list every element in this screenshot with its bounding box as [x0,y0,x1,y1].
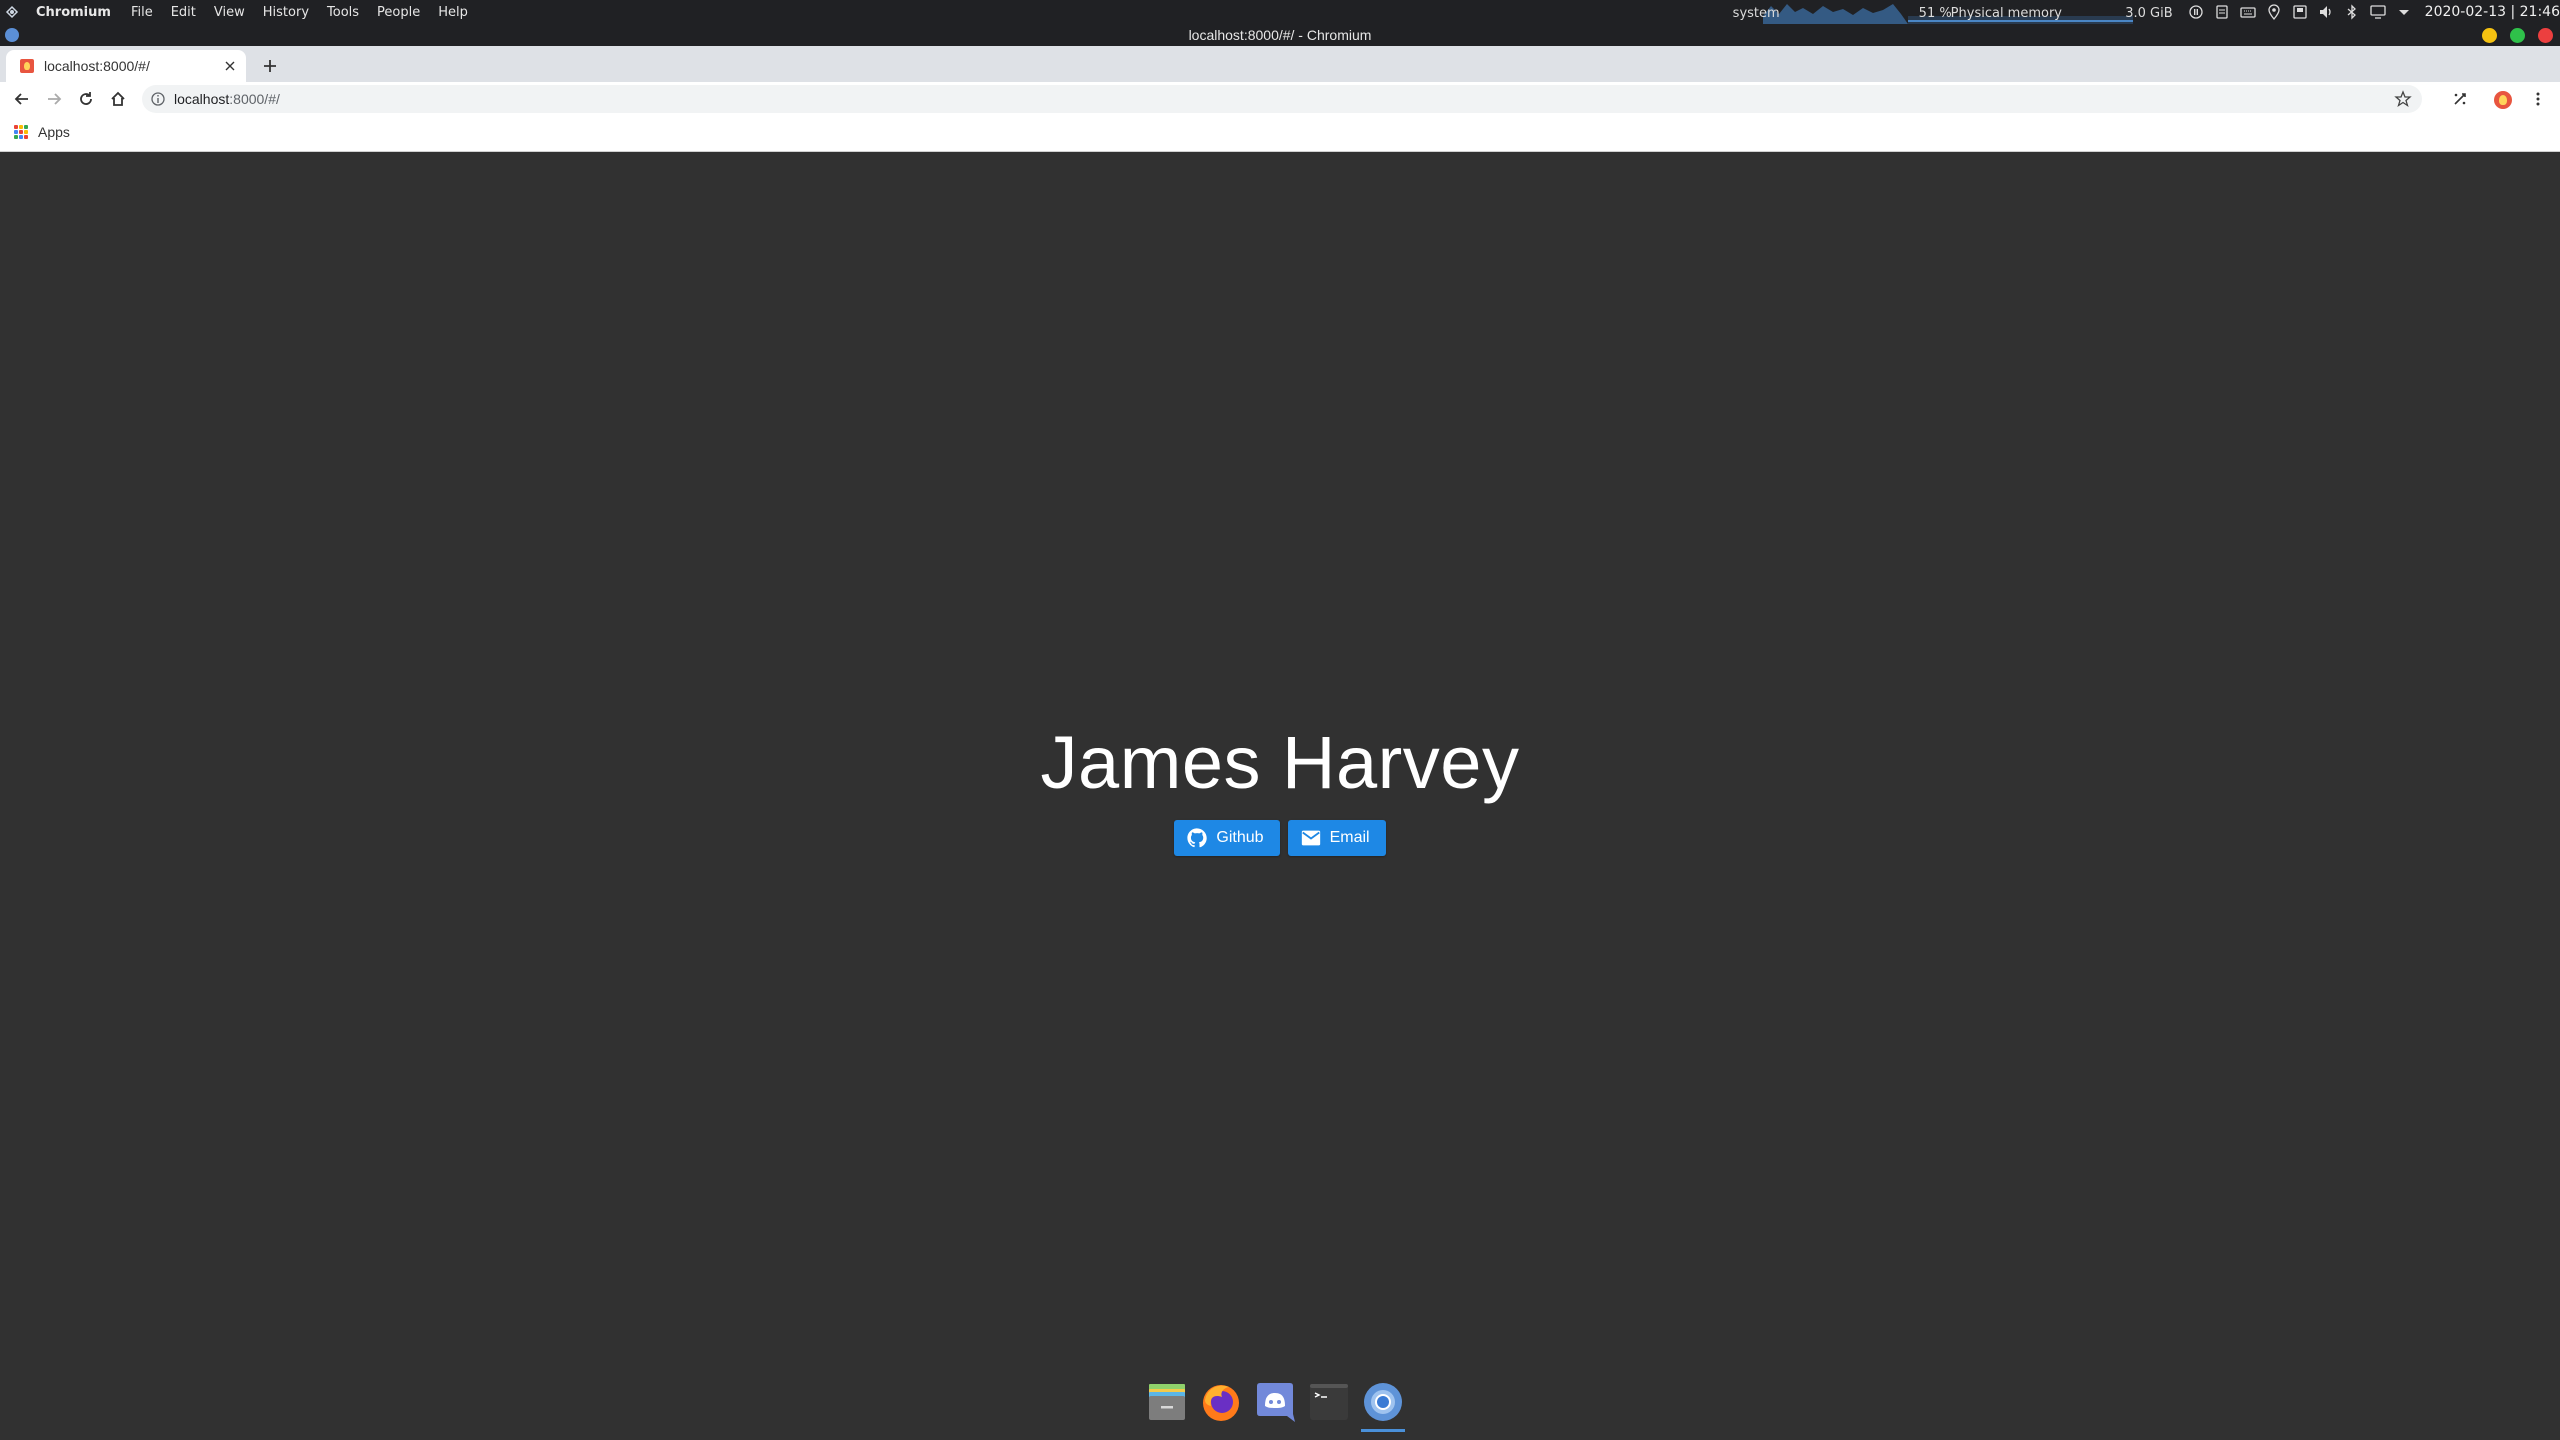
dock [1140,1378,1410,1440]
page-content: James Harvey Github Email [0,152,2560,1440]
apps-shortcut[interactable]: Apps [14,124,70,140]
memory-percent: 51 % [1918,6,1952,21]
page-title: James Harvey [1040,721,1520,804]
site-info-icon[interactable] [150,91,166,107]
dock-terminal[interactable] [1305,1378,1353,1426]
terminal-icon [1310,1384,1348,1420]
chromium-icon [1364,1383,1402,1421]
menu-view[interactable]: View [214,5,245,20]
display-icon[interactable] [2369,3,2387,21]
tab-title: localhost:8000/#/ [44,58,150,74]
email-button-label: Email [1329,829,1370,846]
files-icon [1149,1384,1185,1420]
tray-expand-arrow-icon[interactable] [2395,3,2413,21]
extension-icon [2454,93,2466,105]
window-title: localhost:8000/#/ - Chromium [1188,27,1372,43]
kebab-menu-icon [2536,92,2540,106]
dock-firefox[interactable] [1197,1378,1245,1426]
keyboard-icon[interactable] [2239,3,2257,21]
arrow-forward-icon [48,93,62,105]
close-window-button[interactable] [2538,28,2553,43]
volume-icon[interactable] [2317,3,2335,21]
location-icon[interactable] [2265,3,2283,21]
reload-button[interactable] [74,87,98,111]
system-monitor-widget[interactable]: system 51 % Physical memory 3.0 GiB [1733,0,2173,24]
top-panel: Chromium File Edit View History Tools Pe… [0,0,2560,24]
menu-tools[interactable]: Tools [327,5,359,20]
email-button[interactable]: Email [1287,820,1386,856]
bluetooth-icon[interactable] [2343,3,2361,21]
address-bar[interactable]: localhost:8000/#/ [142,85,2422,113]
system-monitor-label: system [1732,6,1780,21]
menu-people[interactable]: People [377,5,420,20]
menu-edit[interactable]: Edit [171,5,196,20]
github-icon [1187,828,1208,848]
dock-files[interactable] [1143,1378,1191,1426]
firefox-icon [1203,1385,1239,1421]
system-tray: system 51 % Physical memory 3.0 GiB 2020… [1733,0,2560,24]
contact-buttons: Github Email [0,820,2560,856]
url-path: :8000/#/ [229,91,280,107]
discord-icon [1257,1383,1295,1422]
browser-toolbar: localhost:8000/#/ [0,82,2560,116]
bookmark-star-icon[interactable] [2394,90,2412,108]
window-titlebar[interactable]: localhost:8000/#/ - Chromium [0,24,2560,46]
memory-metric-label: Physical memory [1950,6,2063,21]
apps-grid-icon [14,125,28,139]
menu-help[interactable]: Help [438,5,468,20]
arrow-back-icon [14,93,28,105]
browser-menu-button[interactable] [2526,87,2550,111]
tab-localhost[interactable]: localhost:8000/#/ [6,50,246,82]
tab-favicon-icon [20,59,34,73]
mail-icon [1301,830,1320,846]
reload-icon [80,92,92,105]
extension-button[interactable] [2448,87,2472,111]
url-host: localhost [174,91,230,107]
new-tab-button[interactable] [258,54,282,78]
github-button-label: Github [1216,829,1264,846]
dock-discord[interactable] [1251,1378,1299,1426]
tab-close-icon[interactable] [220,56,240,76]
tab-strip: localhost:8000/#/ [0,46,2560,82]
pause-icon[interactable] [2187,3,2205,21]
clock[interactable]: 2020-02-13 | 21:46 [2425,4,2560,20]
github-button[interactable]: Github [1174,820,1280,856]
profile-avatar[interactable] [2494,91,2512,109]
forward-button[interactable] [42,87,66,111]
memory-amount: 3.0 GiB [2125,6,2173,21]
apps-label: Apps [38,124,70,140]
removable-device-icon[interactable] [2291,3,2309,21]
menu-history[interactable]: History [263,5,309,20]
clipboard-icon[interactable] [2213,3,2231,21]
active-app-indicator [1361,1429,1405,1432]
plus-icon [264,60,276,72]
app-launcher-icon[interactable] [0,0,24,24]
home-button[interactable] [106,87,130,111]
dock-chromium[interactable] [1359,1378,1407,1432]
active-app-name: Chromium [36,4,111,20]
bookmarks-bar: Apps [0,116,2560,152]
maximize-button[interactable] [2510,28,2525,43]
url-text[interactable]: localhost:8000/#/ [174,91,280,107]
home-icon [111,91,125,106]
menu-file[interactable]: File [131,5,153,20]
minimize-button[interactable] [2482,28,2497,43]
back-button[interactable] [10,87,34,111]
